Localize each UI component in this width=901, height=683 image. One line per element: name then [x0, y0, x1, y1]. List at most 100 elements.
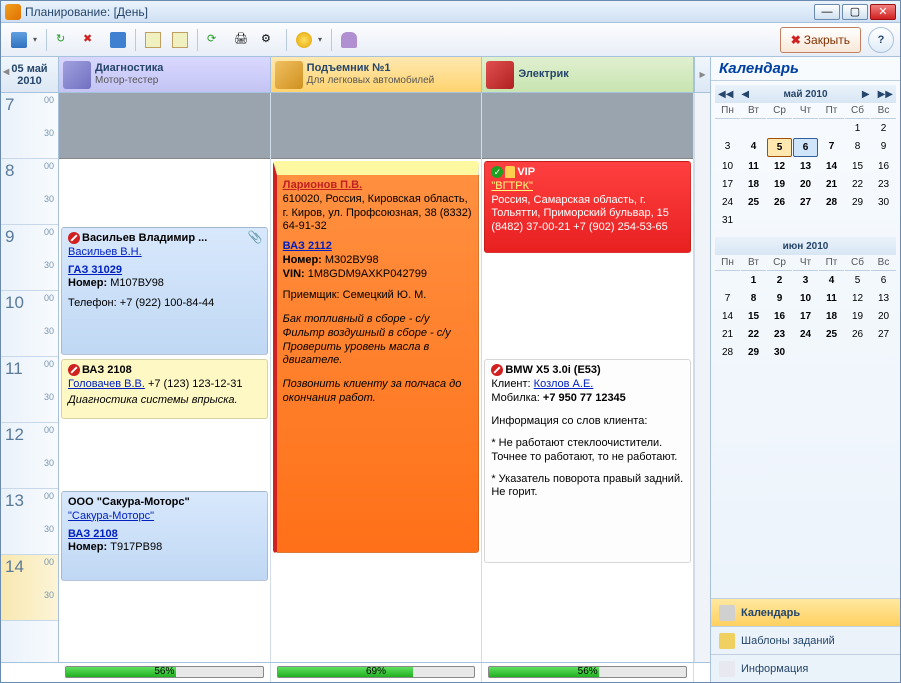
window-close-button[interactable]: ✕: [870, 4, 896, 20]
column-header-electric[interactable]: Электрик: [482, 57, 694, 92]
delete-button[interactable]: ✖: [79, 28, 103, 52]
window-buttons: — ▢ ✕: [814, 4, 896, 20]
calendar-grid-june: ПнВтСрЧтПтСбВс 123456 78910111213 141516…: [715, 255, 896, 361]
date-header[interactable]: 05 май 2010: [1, 57, 59, 92]
event-bmw[interactable]: BMW X5 3.0i (E53) Клиент: Козлов А.Е. Мо…: [484, 359, 691, 563]
cal-prev[interactable]: ◀: [738, 89, 752, 100]
main-area: 05 май 2010 Диагностика Мотор-тестер Под…: [1, 57, 900, 682]
schedule-column-1[interactable]: 📎 Васильев Владимир ... Васильев В.Н. ГА…: [59, 93, 271, 662]
settings-button[interactable]: ⚙: [257, 28, 281, 52]
minimize-button[interactable]: —: [814, 4, 840, 20]
event-vip[interactable]: ✓VIP "ВГТРК" Россия, Самарская область, …: [484, 161, 691, 253]
reload-button[interactable]: ⟳: [203, 28, 227, 52]
view-dropdown[interactable]: [7, 28, 41, 52]
cal-day-selected[interactable]: 6: [793, 138, 818, 157]
client-link[interactable]: Козлов А.Е.: [534, 378, 594, 390]
status-dropdown[interactable]: [292, 28, 326, 52]
time-gutter: 70030 80030 90030 100030 110030 120030 1…: [1, 93, 59, 662]
tab-info[interactable]: Информация: [711, 654, 900, 682]
copy-button[interactable]: [141, 28, 165, 52]
car-link[interactable]: ВАЗ 2112: [283, 240, 332, 252]
maximize-button[interactable]: ▢: [842, 4, 868, 20]
client-link[interactable]: Ларионов П.В.: [283, 179, 362, 191]
schedule-area: 05 май 2010 Диагностика Мотор-тестер Под…: [1, 57, 710, 682]
client-link[interactable]: Васильев В.Н.: [68, 246, 142, 258]
event-vasilev[interactable]: 📎 Васильев Владимир ... Васильев В.Н. ГА…: [61, 227, 268, 355]
client-link[interactable]: "Сакура-Моторс": [68, 510, 154, 522]
close-action-button[interactable]: ✖ Закрыть: [780, 27, 861, 53]
toolbar: ↻ ✖ ⟳ 🖨 ⚙ ✖ Закрыть ?: [1, 23, 900, 57]
client-link[interactable]: Головачев В.В.: [68, 378, 145, 390]
grid-icon: [11, 32, 27, 48]
cal-next[interactable]: ▶: [859, 89, 873, 100]
reload-icon: ⟳: [207, 32, 223, 48]
calendars-wrap: ◀◀ ◀ май 2010 ▶ ▶▶ ПнВтСрЧтПтСбВс 12 345…: [711, 81, 900, 373]
car-link[interactable]: ГАЗ 31029: [68, 264, 122, 276]
event-attention[interactable]: Внимание Ларионов П.В. 610020, Россия, К…: [273, 161, 480, 553]
schedule-column-2[interactable]: Внимание Ларионов П.В. 610020, Россия, К…: [271, 93, 483, 662]
column-header-diagnostics[interactable]: Диагностика Мотор-тестер: [59, 57, 271, 92]
refresh-icon: ↻: [56, 32, 72, 48]
calendar-icon: [719, 605, 735, 621]
allday-zone: [482, 93, 693, 159]
copy-icon: [145, 32, 161, 48]
templates-icon: [719, 633, 735, 649]
calendar-may: ◀◀ ◀ май 2010 ▶ ▶▶ ПнВтСрЧтПтСбВс 12 345…: [715, 85, 896, 229]
load-cell-1: 56%: [59, 663, 271, 682]
schedule-columns: 📎 Васильев Владимир ... Васильев В.Н. ГА…: [59, 93, 694, 662]
column-scroll-gutter: [694, 93, 710, 662]
load-cell-3: 56%: [482, 663, 694, 682]
user-icon: [341, 32, 357, 48]
gear-icon: ⚙: [261, 32, 277, 48]
event-vaz2108[interactable]: ВАЗ 2108 Головачев В.В. +7 (123) 123-12-…: [61, 359, 268, 419]
tab-templates[interactable]: Шаблоны заданий: [711, 626, 900, 654]
monitor-icon: [63, 61, 91, 89]
refresh-button[interactable]: ↻: [52, 28, 76, 52]
status-icon: [296, 32, 312, 48]
app-icon: [5, 4, 21, 20]
main-window: Планирование: [День] — ▢ ✕ ↻ ✖ ⟳ 🖨 ⚙ ✖ З…: [0, 0, 901, 683]
schedule-column-3[interactable]: ✓VIP "ВГТРК" Россия, Самарская область, …: [482, 93, 694, 662]
user-button[interactable]: [337, 28, 361, 52]
right-panel-tabs: Календарь Шаблоны заданий Информация: [711, 598, 900, 682]
paste-button[interactable]: [168, 28, 192, 52]
printer-icon: 🖨: [234, 32, 250, 48]
titlebar: Планирование: [День] — ▢ ✕: [1, 1, 900, 23]
column-headers: 05 май 2010 Диагностика Мотор-тестер Под…: [1, 57, 710, 93]
allday-zone: [271, 93, 482, 159]
help-button[interactable]: ?: [868, 27, 894, 53]
calendar-title: Календарь: [711, 57, 900, 81]
cal-next-fast[interactable]: ▶▶: [875, 89, 896, 100]
client-link[interactable]: "ВГТРК": [491, 180, 533, 192]
right-panel: Календарь ◀◀ ◀ май 2010 ▶ ▶▶ ПнВтСрЧтПтС…: [710, 57, 900, 682]
schedule-grid: 70030 80030 90030 100030 110030 120030 1…: [1, 93, 710, 662]
print-button[interactable]: 🖨: [230, 28, 254, 52]
window-title: Планирование: [День]: [25, 5, 814, 19]
calendar-grid-may: ПнВтСрЧтПтСбВс 12 3456789 10111213141516…: [715, 103, 896, 229]
tab-calendar[interactable]: Календарь: [711, 598, 900, 626]
close-icon: ✖: [791, 33, 801, 47]
attachment-icon: 📎: [248, 230, 263, 245]
column-header-lift[interactable]: Подъемник №1 Для легковых автомобилей: [271, 57, 483, 92]
allday-zone: [59, 93, 270, 159]
calendar-june: июн 2010 ПнВтСрЧтПтСбВс 123456 789101112…: [715, 237, 896, 361]
delete-icon: ✖: [83, 32, 99, 48]
load-row: 56% 69% 56%: [1, 662, 710, 682]
stop-icon: [491, 364, 503, 376]
load-cell-2: 69%: [271, 663, 483, 682]
edit-button[interactable]: [106, 28, 130, 52]
stop-icon: [68, 364, 80, 376]
cal-prev-fast[interactable]: ◀◀: [715, 89, 736, 100]
stop-icon: [68, 232, 80, 244]
next-columns-button[interactable]: ▶: [694, 57, 710, 92]
edit-icon: [110, 32, 126, 48]
paste-icon: [172, 32, 188, 48]
electric-icon: [486, 61, 514, 89]
car-lift-icon: [275, 61, 303, 89]
cal-day-today[interactable]: 5: [767, 138, 792, 157]
lock-icon: [505, 166, 515, 178]
event-sakura[interactable]: ООО "Сакура-Моторс" "Сакура-Моторс" ВАЗ …: [61, 491, 268, 581]
car-link[interactable]: ВАЗ 2108: [68, 528, 118, 540]
check-icon: ✓: [491, 166, 503, 178]
info-icon: [719, 661, 735, 677]
